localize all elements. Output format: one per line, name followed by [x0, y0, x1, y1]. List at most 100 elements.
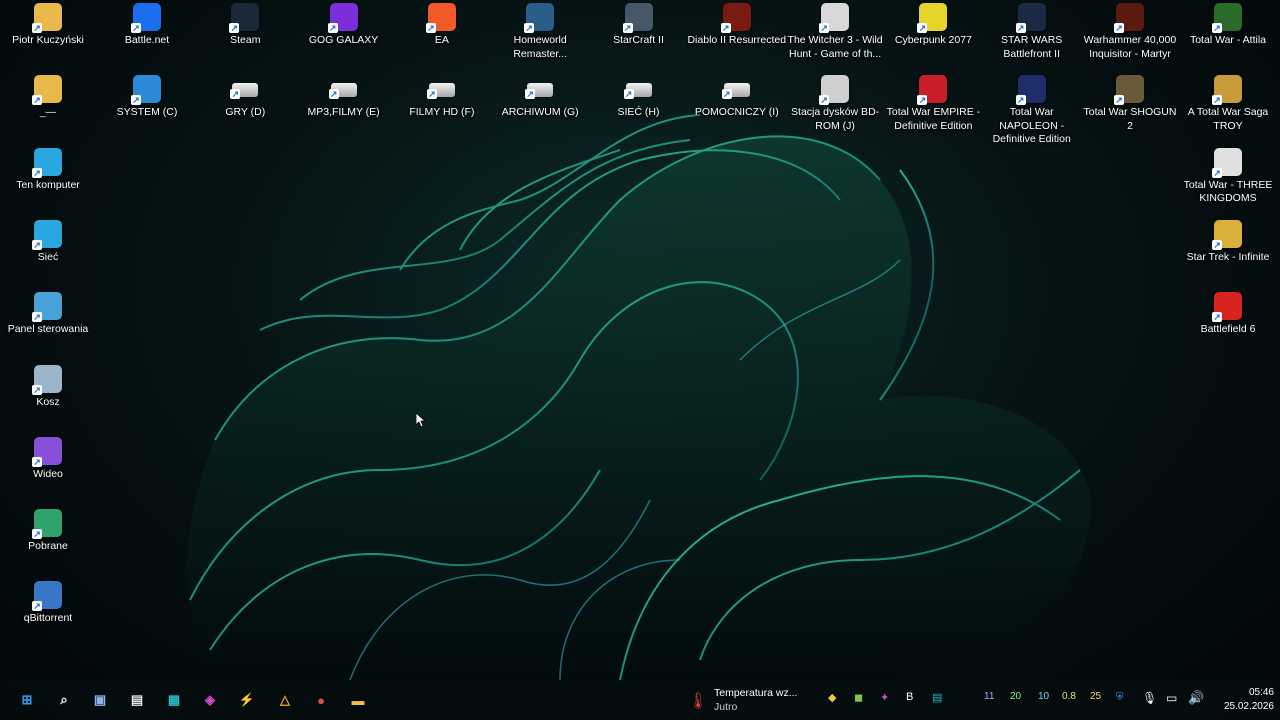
desktop-shortcut-label: MP3,FILMY (E) [307, 106, 380, 118]
bold-b-icon[interactable]: ✦ [880, 691, 889, 704]
shortcut-arrow-icon: ↗ [1212, 23, 1222, 33]
desktop-shortcut-sieć[interactable]: ↗ Sieć [2, 219, 94, 265]
shortcut-arrow-icon: ↗ [720, 23, 731, 33]
desktop-shortcut-qbittorrent[interactable]: ↗ qBittorrent [2, 581, 94, 626]
security-shield-icon[interactable]: ⛨ [1116, 692, 1124, 703]
thermometer-icon: 🌡 [688, 693, 709, 710]
weather-widget[interactable]: 🌡 Temperatura wz... Jutro [688, 685, 808, 715]
desktop-shortcut-label: Wideo [33, 467, 63, 480]
shortcut-arrow-icon: ↗ [525, 89, 536, 99]
desktop-shortcut-label: SIEĆ (H) [617, 106, 660, 118]
desktop-shortcut-system-c[interactable]: ↗ SYSTEM (C) [101, 75, 193, 120]
volume-icon[interactable]: 🔊 [1188, 690, 1204, 706]
shortcut-arrow-icon: ↗ [32, 601, 42, 612]
desktop-shortcut-cyberpunk-2077[interactable]: ↗ Cyberpunk 2077 [887, 3, 979, 48]
color-tool-icon[interactable]: ◼ [854, 691, 863, 704]
desktop-shortcut-label: Panel sterowania [7, 323, 89, 336]
battlefield-icon: ↗ [1212, 292, 1242, 323]
desktop-shortcut-ten-komputer[interactable]: ↗ Ten komputer [2, 147, 94, 193]
desktop-shortcut-panel-sterowania[interactable]: ↗ Panel sterowania [2, 292, 94, 337]
shortcut-arrow-icon: ↗ [32, 529, 42, 540]
desktop-shortcut-ea[interactable]: ↗ EA [396, 3, 488, 48]
desktop-shortcut-piotr-kuczyński[interactable]: ↗ Piotr Kuczyński [2, 3, 94, 48]
weather-subtitle: Jutro [714, 701, 738, 713]
three-kingdoms-icon: ↗ [1212, 147, 1242, 178]
computer-icon: ↗ [32, 147, 62, 178]
desktop-shortcut-label: qBittorrent [23, 612, 73, 625]
desktop-shortcut-a-total-war-saga-troy[interactable]: ↗ A Total War Saga TROY [1182, 75, 1274, 133]
desktop-shortcut-label: Stacja dysków BD-ROM (J) [791, 106, 880, 132]
diablo-icon: ↗ [720, 3, 751, 33]
tray-monitor-value: 25 [1090, 691, 1102, 702]
chrome-small-icon[interactable]: ▤ [932, 691, 942, 704]
shortcut-arrow-icon: ↗ [230, 89, 241, 99]
desktop-shortcut-mp3-filmy-e[interactable]: ↗ MP3,FILMY (E) [298, 75, 390, 120]
shortcut-arrow-icon: ↗ [425, 23, 436, 33]
desktop-shortcut-[interactable]: ↗ _— [2, 75, 94, 120]
desktop-shortcut-kosz[interactable]: ↗ Kosz [2, 364, 94, 410]
gpu-tool-icon[interactable]: ◈ [198, 688, 222, 712]
desktop-shortcut-starcraft-ii[interactable]: ↗ StarCraft II [593, 3, 685, 48]
microphone-icon[interactable]: 🎙 [1142, 691, 1157, 705]
shortcut-arrow-icon: ↗ [131, 23, 141, 33]
shortcut-arrow-icon: ↗ [327, 23, 338, 33]
desktop-shortcut-pomocniczy-i[interactable]: ↗ POMOCNICZY (I) [691, 75, 783, 120]
cpu-monitor-icon[interactable]: ▦ [162, 688, 186, 712]
system-drive-icon: ↗ [131, 75, 161, 105]
explorer-icon[interactable]: ▬ [346, 688, 370, 712]
tray-monitor-value: 10 [1038, 691, 1050, 702]
network-tray-icon[interactable]: ▭ [1166, 691, 1177, 705]
shortcut-arrow-icon: ↗ [32, 95, 42, 106]
starcraft-icon: ↗ [622, 3, 653, 33]
shortcut-arrow-icon: ↗ [623, 89, 634, 99]
desktop-shortcut-label: Total War SHOGUN 2 [1083, 106, 1177, 132]
desktop-shortcut-label: Pobrane [28, 540, 68, 553]
desktop-shortcut-label: GOG GALAXY [308, 34, 379, 46]
notepad-icon[interactable]: ▤ [125, 688, 149, 712]
desktop-shortcut-stacja-dysków-bd-rom-j[interactable]: ↗ Stacja dysków BD-ROM (J) [789, 75, 881, 133]
chrome-icon[interactable]: ● [309, 688, 333, 712]
desktop-shortcut-gry-d[interactable]: ↗ GRY (D) [199, 75, 291, 120]
desktop-shortcut-gog-galaxy[interactable]: ↗ GOG GALAXY [298, 3, 390, 48]
desktop-shortcut-sieć-h[interactable]: ↗ SIEĆ (H) [593, 75, 685, 120]
shortcut-arrow-icon: ↗ [32, 384, 42, 395]
warning-app-icon[interactable]: △ [273, 688, 297, 712]
desktop-shortcut-label: Homeworld Remaster... [513, 34, 568, 60]
desktop-shortcut-homeworld-remaster[interactable]: ↗ Homeworld Remaster... [494, 3, 586, 61]
shortcut-arrow-icon: ↗ [229, 23, 240, 33]
nvidia-icon[interactable]: ◆ [828, 691, 836, 704]
desktop-shortcut-warhammer-40-000-inquisitor-martyr[interactable]: ↗ Warhammer 40,000 Inquisitor - Martyr [1084, 3, 1176, 61]
desktop-shortcut-total-war-napoleon-definitive-edition[interactable]: ↗ Total War NAPOLEON - Definitive Edition [986, 75, 1078, 147]
folder-icon: ↗ [32, 75, 62, 106]
desktop-shortcut-total-war-empire-definitive-edition[interactable]: ↗ Total War EMPIRE - Definitive Edition [887, 75, 980, 133]
desktop-shortcut-diablo-ii-resurrected[interactable]: ↗ Diablo II Resurrected [687, 3, 786, 48]
drive-icon: ↗ [623, 83, 652, 99]
shortcut-arrow-icon: ↗ [426, 89, 437, 99]
desktop-shortcut-filmy-hd-f[interactable]: ↗ FILMY HD (F) [396, 75, 488, 120]
gog-galaxy-icon: ↗ [327, 3, 358, 33]
screen-icon[interactable]: B [906, 691, 913, 703]
desktop-shortcut-wideo[interactable]: ↗ Wideo [2, 436, 94, 482]
desktop-shortcut-battle-net[interactable]: ↗ Battle.net [101, 3, 193, 48]
desktop-shortcut-pobrane[interactable]: ↗ Pobrane [2, 509, 94, 554]
troy-icon: ↗ [1212, 75, 1242, 106]
shortcut-arrow-icon: ↗ [131, 95, 141, 105]
desktop-shortcut-total-war-attila[interactable]: ↗ Total War - Attila [1182, 3, 1274, 48]
desktop-shortcut-battlefield-6[interactable]: ↗ Battlefield 6 [1182, 292, 1274, 337]
desktop-shortcut-total-war-shogun-2[interactable]: ↗ Total War SHOGUN 2 [1084, 75, 1176, 133]
clock-date: 25.02.2026 [1223, 701, 1274, 712]
search-icon[interactable]: ⌕ [52, 688, 76, 712]
clock[interactable]: 05:46 25.02.2026 [1212, 686, 1274, 714]
desktop-shortcut-archiwum-g[interactable]: ↗ ARCHIWUM (G) [494, 75, 586, 120]
desktop-shortcut-star-trek-infinite[interactable]: ↗ Star Trek - Infinite [1182, 219, 1274, 265]
start-button[interactable]: ⊞ [15, 688, 39, 712]
desktop-shortcut-star-wars-battlefront-ii[interactable]: ↗ STAR WARS Battlefront II [986, 3, 1078, 61]
desktop-shortcut-the-witcher-3-wild-hunt-game-of-th[interactable]: ↗ The Witcher 3 - Wild Hunt - Game of th.… [788, 3, 883, 61]
total-war-attila-icon: ↗ [1212, 3, 1242, 33]
app-icon[interactable]: ▣ [88, 688, 112, 712]
desktop-shortcut-steam[interactable]: ↗ Steam [199, 3, 291, 48]
desktop-shortcut-total-war-three-kingdoms[interactable]: ↗ Total War - THREE KINGDOMS [1182, 147, 1274, 206]
winrar-icon[interactable]: ⚡ [235, 688, 259, 712]
shortcut-arrow-icon: ↗ [1212, 312, 1222, 323]
warhammer-icon: ↗ [1114, 3, 1144, 33]
